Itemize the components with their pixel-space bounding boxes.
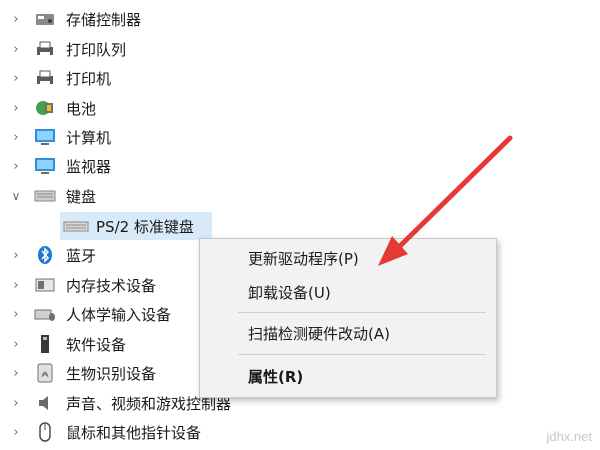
context-menu: 更新驱动程序(P) 卸载设备(U) 扫描检测硬件改动(A) 属性(R)	[199, 238, 497, 398]
battery-icon	[34, 99, 56, 117]
chevron-right-icon[interactable]: ›	[9, 337, 23, 352]
menu-separator	[238, 312, 486, 313]
monitor-icon	[34, 157, 56, 175]
tree-item-label: PS/2 标准键盘	[96, 217, 194, 236]
speaker-icon	[34, 394, 56, 412]
tree-item-label: 计算机	[66, 128, 112, 147]
tree-item-battery[interactable]: › 电池	[0, 94, 600, 122]
tree-item-label: 监视器	[66, 157, 112, 176]
chevron-right-icon[interactable]: ›	[9, 12, 23, 27]
tree-item-label: 生物识别设备	[66, 364, 157, 383]
hid-icon	[34, 305, 56, 323]
storage-controller-icon	[34, 10, 56, 28]
menu-separator	[238, 354, 486, 355]
chevron-right-icon[interactable]: ›	[9, 396, 23, 411]
tree-item-printers[interactable]: › 打印机	[0, 64, 600, 92]
chevron-right-icon[interactable]: ›	[9, 42, 23, 57]
tree-item-monitors[interactable]: › 监视器	[0, 152, 600, 180]
tree-item-label: 打印队列	[66, 40, 127, 59]
software-device-icon	[34, 335, 56, 353]
keyboard-icon	[62, 217, 90, 235]
tree-item-label: 鼠标和其他指针设备	[66, 423, 202, 442]
chevron-right-icon[interactable]: ›	[9, 71, 23, 86]
chevron-right-icon[interactable]: ›	[9, 130, 23, 145]
menu-item-properties[interactable]: 属性(R)	[248, 364, 303, 388]
menu-item-scan-hardware[interactable]: 扫描检测硬件改动(A)	[248, 321, 390, 345]
tree-item-label: 人体学输入设备	[66, 305, 172, 324]
tree-item-label: 存储控制器	[66, 10, 142, 29]
menu-item-update-driver[interactable]: 更新驱动程序(P)	[248, 246, 359, 270]
tree-item-print-queue[interactable]: › 打印队列	[0, 35, 600, 63]
chevron-down-icon[interactable]: ∨	[9, 189, 23, 203]
chevron-right-icon[interactable]: ›	[9, 366, 23, 381]
tree-item-label: 电池	[66, 99, 97, 118]
chevron-right-icon[interactable]: ›	[9, 307, 23, 322]
tree-item-label: 键盘	[66, 187, 97, 206]
mouse-icon	[34, 422, 56, 442]
tree-item-keyboards[interactable]: ∨ 键盘	[0, 182, 600, 210]
tree-item-label: 打印机	[66, 69, 112, 88]
biometric-icon	[34, 363, 56, 383]
printer-queue-icon	[34, 40, 56, 58]
menu-item-uninstall-device[interactable]: 卸载设备(U)	[248, 280, 331, 304]
tree-item-storage-controller[interactable]: › 存储控制器	[0, 5, 600, 33]
keyboard-icon	[34, 187, 56, 205]
memory-icon	[34, 276, 56, 294]
tree-item-mice[interactable]: › 鼠标和其他指针设备	[0, 418, 600, 446]
tree-item-ps2-keyboard[interactable]: PS/2 标准键盘	[0, 212, 600, 240]
bluetooth-icon	[34, 246, 56, 264]
chevron-right-icon[interactable]: ›	[9, 425, 23, 440]
printer-icon	[34, 69, 56, 87]
watermark: jdhx.net	[546, 429, 592, 444]
chevron-right-icon[interactable]: ›	[9, 101, 23, 116]
tree-item-computer[interactable]: › 计算机	[0, 123, 600, 151]
tree-item-label: 内存技术设备	[66, 276, 157, 295]
computer-icon	[34, 128, 56, 146]
tree-item-label: 蓝牙	[66, 246, 97, 265]
tree-item-label: 软件设备	[66, 335, 127, 354]
chevron-right-icon[interactable]: ›	[9, 248, 23, 263]
chevron-right-icon[interactable]: ›	[9, 159, 23, 174]
chevron-right-icon[interactable]: ›	[9, 278, 23, 293]
